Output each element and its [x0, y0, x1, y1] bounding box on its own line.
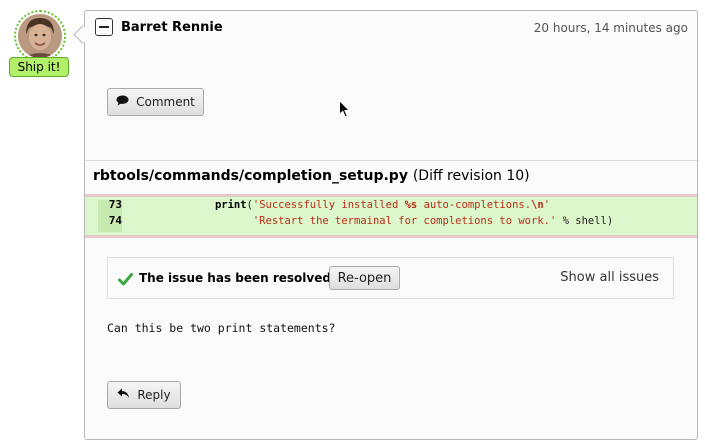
speech-bubble-icon: [116, 95, 129, 109]
issue-status-box: The issue has been resolved. Re-open Sho…: [107, 257, 674, 299]
diff-revision[interactable]: (Diff revision 10): [413, 168, 530, 184]
reply-arrow-icon: [117, 388, 130, 402]
collapse-button[interactable]: [95, 18, 113, 36]
reopen-button[interactable]: Re-open: [329, 266, 400, 290]
diff-line: 73 print('Successfully installed %s auto…: [85, 197, 697, 213]
reply-button[interactable]: Reply: [107, 381, 181, 409]
review-author[interactable]: Barret Rennie: [121, 20, 223, 35]
issue-status-text: The issue has been resolved.: [139, 271, 336, 285]
comment-text: Can this be two print statements?: [107, 321, 336, 335]
show-all-issues-link[interactable]: Show all issues: [560, 270, 659, 285]
ship-it-badge: Ship it!: [9, 57, 69, 77]
line-number: 74: [108, 214, 122, 227]
diff-line: 74 'Restart the termainal for completion…: [85, 213, 697, 229]
divider: [85, 160, 697, 161]
comment-button[interactable]: Comment: [107, 88, 204, 116]
diff-file-path[interactable]: rbtools/commands/completion_setup.py: [93, 168, 408, 184]
diff-code: 'Restart the termainal for completions t…: [252, 215, 614, 227]
line-number: 73: [108, 198, 122, 211]
mouse-cursor-icon: [339, 99, 351, 122]
diff-file-header: rbtools/commands/completion_setup.py (Di…: [93, 168, 530, 184]
avatar[interactable]: [14, 10, 66, 62]
diff-fragment[interactable]: 73 print('Successfully installed %s auto…: [85, 194, 697, 238]
check-icon: [118, 271, 133, 290]
comment-button-label: Comment: [136, 95, 195, 109]
review-timestamp: 20 hours, 14 minutes ago: [533, 21, 688, 35]
reply-button-label: Reply: [137, 388, 171, 402]
avatar-image: [18, 14, 62, 58]
diff-code: print('Successfully installed %s auto-co…: [214, 199, 551, 211]
